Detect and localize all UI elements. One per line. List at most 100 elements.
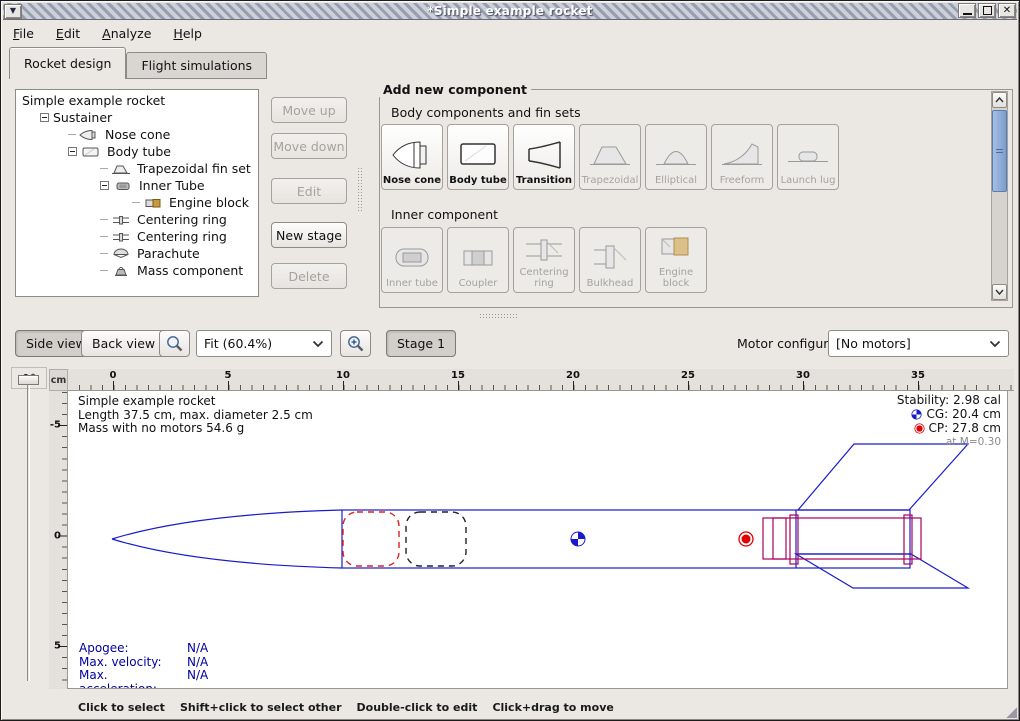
add-nose-cone-button[interactable]: Nose cone <box>381 124 443 190</box>
tree-item-label: Trapezoidal fin set <box>137 161 251 176</box>
horizontal-splitter[interactable] <box>479 313 519 319</box>
tree-item-body-tube[interactable]: Body tube <box>16 143 258 160</box>
scroll-up-button[interactable] <box>992 92 1007 108</box>
add-bulkhead-button[interactable]: Bulkhead <box>579 227 641 293</box>
back-view-button[interactable]: Back view <box>81 330 166 357</box>
add-centering-ring-button[interactable]: Centering ring <box>513 227 575 293</box>
add-transition-button[interactable]: Transition <box>513 124 575 190</box>
tree-connector <box>100 219 108 220</box>
title-bar[interactable]: ▼ *Simple example rocket ✕ <box>3 3 1017 20</box>
body-tube-icon <box>456 137 500 171</box>
main-tabs: Rocket design Flight simulations <box>9 47 267 79</box>
minimize-icon <box>963 13 972 15</box>
rocket-info: Simple example rocket Length 37.5 cm, ma… <box>78 395 313 436</box>
component-button-label: Bulkhead <box>587 278 634 289</box>
tree-item-centering-ring-2[interactable]: Centering ring <box>16 228 258 245</box>
h-tick-label: 35 <box>911 370 925 381</box>
tree-item-nose-cone[interactable]: Nose cone <box>16 126 258 143</box>
tree-item-engine-block[interactable]: Engine block <box>16 194 258 211</box>
nose-cone-icon <box>79 129 99 141</box>
h-tick-label: 5 <box>225 370 232 381</box>
tree-connector <box>100 168 108 169</box>
maximize-button[interactable] <box>978 3 996 18</box>
magnifier-icon <box>165 334 184 353</box>
add-coupler-button[interactable]: Coupler <box>447 227 509 293</box>
vertical-splitter[interactable] <box>357 167 363 213</box>
collapse-icon[interactable] <box>40 113 49 122</box>
zoom-select-value: Fit (60.4%) <box>204 336 272 351</box>
thumb-grip <box>996 149 1003 153</box>
collapse-icon[interactable] <box>100 181 109 190</box>
inner-tube-icon <box>390 240 434 274</box>
minimize-button[interactable] <box>958 3 976 18</box>
rotation-slider-track[interactable] <box>27 385 30 681</box>
scroll-down-button[interactable] <box>992 284 1007 300</box>
stage-1-toggle[interactable]: Stage 1 <box>386 330 456 357</box>
tree-item-parachute[interactable]: Parachute <box>16 245 258 262</box>
tree-item-sustainer[interactable]: Sustainer <box>16 109 258 126</box>
move-up-button[interactable]: Move up <box>271 97 347 123</box>
collapse-icon[interactable] <box>68 147 77 156</box>
centering-ring-icon <box>111 214 131 226</box>
move-down-button[interactable]: Move down <box>271 133 347 159</box>
motor-configuration-select[interactable]: [No motors] <box>828 330 1009 357</box>
menu-bar: File Edit Analyze Help <box>3 20 1017 46</box>
zoom-select[interactable]: Fit (60.4%) <box>196 330 332 357</box>
add-launch-lug-button[interactable]: Launch lug <box>777 124 839 190</box>
add-inner-tube-button[interactable]: Inner tube <box>381 227 443 293</box>
tab-rocket-design[interactable]: Rocket design <box>9 47 126 79</box>
bulkhead-icon <box>588 240 632 274</box>
cp-marker <box>739 532 753 546</box>
scrollbar-thumb[interactable] <box>992 110 1007 192</box>
close-button[interactable]: ✕ <box>998 3 1016 18</box>
component-panel-scrollbar[interactable] <box>991 91 1008 301</box>
tree-item-inner-tube[interactable]: Inner Tube <box>16 177 258 194</box>
elliptical-fin-icon <box>654 137 698 171</box>
add-freeform-fin-button[interactable]: Freeform <box>711 124 773 190</box>
resize-grip[interactable] <box>1005 706 1017 718</box>
top-fin-outline <box>798 444 968 510</box>
mass-component-icon <box>111 265 131 277</box>
menu-help[interactable]: Help <box>173 26 202 41</box>
zoom-out-button[interactable] <box>159 330 190 357</box>
component-button-label: Coupler <box>459 278 498 289</box>
edit-button[interactable]: Edit <box>271 178 347 204</box>
status-bar: Click to select Shift+click to select ot… <box>3 698 1017 716</box>
menu-edit[interactable]: Edit <box>56 26 80 41</box>
zoom-in-button[interactable] <box>340 330 371 357</box>
rotation-slider-handle[interactable] <box>18 375 39 385</box>
launch-lug-icon <box>786 137 830 171</box>
menu-file[interactable]: File <box>13 26 34 41</box>
tree-item-label: Inner Tube <box>139 178 205 193</box>
tree-item-mass-component[interactable]: Mass component <box>16 262 258 279</box>
menu-analyze[interactable]: Analyze <box>102 26 151 41</box>
centering-ring-icon <box>522 237 566 263</box>
rocket-drawing <box>68 391 1008 689</box>
add-body-tube-button[interactable]: Body tube <box>447 124 509 190</box>
delete-button[interactable]: Delete <box>271 263 347 289</box>
rocket-canvas[interactable]: Simple example rocket Length 37.5 cm, ma… <box>68 391 1008 689</box>
window-menu-button[interactable]: ▼ <box>4 4 22 19</box>
component-button-label: Elliptical <box>655 175 697 186</box>
tree-item-centering-ring-1[interactable]: Centering ring <box>16 211 258 228</box>
component-tree[interactable]: Simple example rocket Sustainer Nose con… <box>15 89 259 297</box>
tree-connector <box>132 202 140 203</box>
tree-item-trapezoidal-fin-set[interactable]: Trapezoidal fin set <box>16 160 258 177</box>
cp-value: 27.8 cm <box>952 421 1001 435</box>
h-tick-label: 0 <box>110 370 117 381</box>
component-button-label: Launch lug <box>781 175 836 186</box>
tree-item-rocket[interactable]: Simple example rocket <box>16 92 258 109</box>
tree-item-label: Parachute <box>137 246 200 261</box>
add-engine-block-button[interactable]: Engine block <box>645 227 707 293</box>
component-button-label: Inner tube <box>386 278 438 289</box>
new-stage-button[interactable]: New stage <box>271 222 347 248</box>
motor-configuration-value: [No motors] <box>836 336 911 351</box>
add-elliptical-fin-button[interactable]: Elliptical <box>645 124 707 190</box>
window-menu-icon: ▼ <box>10 7 16 15</box>
tab-flight-simulations[interactable]: Flight simulations <box>126 52 267 79</box>
tree-item-label: Mass component <box>137 263 243 278</box>
ruler-unit: cm <box>49 369 68 391</box>
hint-click-drag: Click+drag to move <box>492 701 613 714</box>
add-trapezoidal-fin-button[interactable]: Trapezoidal <box>579 124 641 190</box>
rocket-mass-line: Mass with no motors 54.6 g <box>78 422 313 436</box>
